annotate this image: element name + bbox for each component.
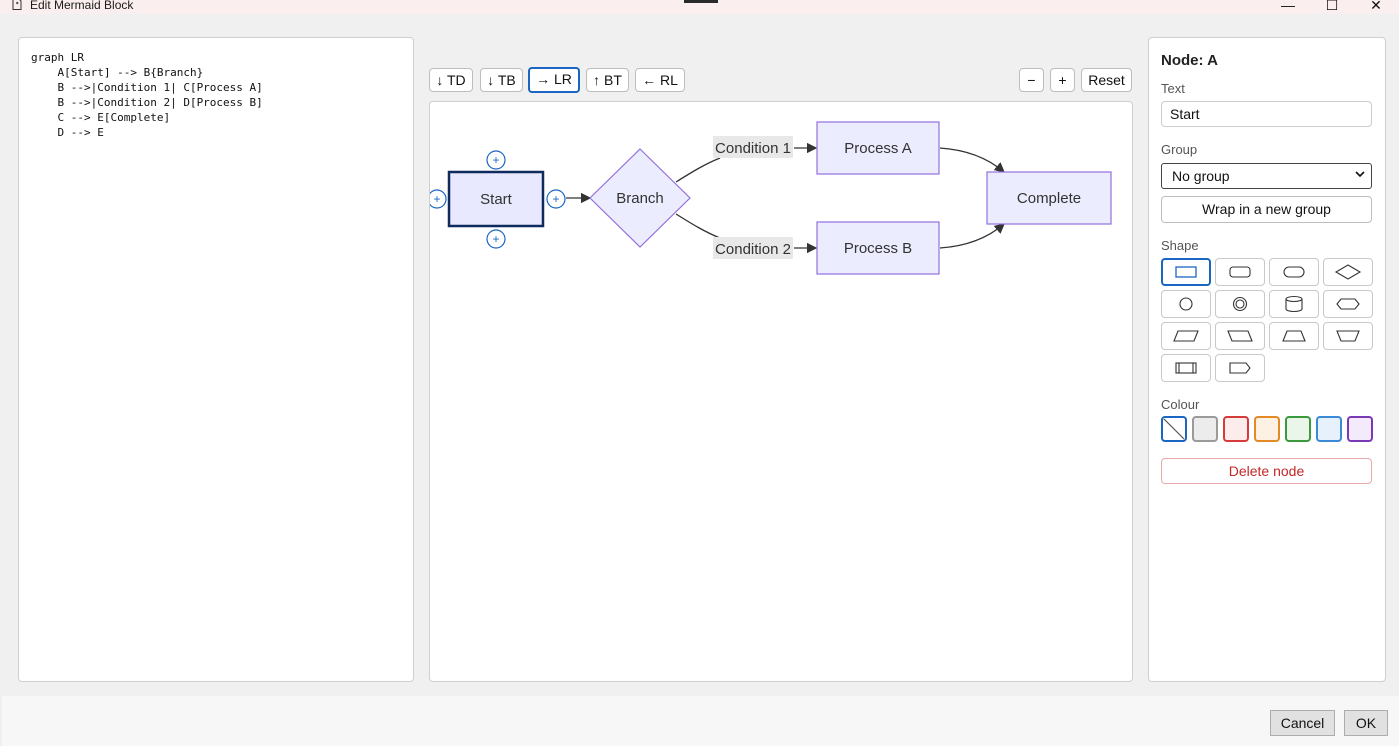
shape-circle-button[interactable] — [1161, 290, 1211, 318]
direction-rl-button[interactable]: ← RL — [635, 68, 685, 92]
direction-tb-button[interactable]: ↓ TB — [480, 68, 523, 92]
chevron-down-icon — [1355, 171, 1365, 178]
inspector-heading: Node: A — [1161, 52, 1218, 69]
add-node-right-handle[interactable]: + — [546, 189, 566, 209]
zoom-in-button[interactable]: + — [1050, 68, 1075, 92]
parallelogram-alt-shape-icon — [1227, 330, 1253, 342]
shape-asymmetric-button[interactable] — [1215, 354, 1265, 382]
shape-rectangle-button[interactable] — [1161, 258, 1211, 286]
add-node-top-glyph: + — [492, 153, 499, 167]
shape-trapezoid-alt-button[interactable] — [1323, 322, 1373, 350]
rectangle-shape-icon — [1175, 266, 1197, 278]
shape-parallelogram-alt-button[interactable] — [1215, 322, 1265, 350]
flowchart: Condition 1 Condition 2 Start + + + + Br… — [430, 121, 1112, 275]
rounded-rect-shape-icon — [1229, 266, 1251, 278]
colour-blue-swatch[interactable] — [1316, 416, 1342, 442]
cylinder-shape-icon — [1285, 295, 1303, 313]
ok-button[interactable]: OK — [1344, 710, 1388, 736]
subroutine-shape-icon — [1175, 362, 1197, 374]
delete-node-button[interactable]: Delete node — [1161, 458, 1372, 484]
title-handle — [684, 0, 718, 3]
node-process-b[interactable]: Process B — [816, 221, 940, 275]
diagram-canvas[interactable]: Condition 1 Condition 2 Start + + + + Br… — [429, 101, 1133, 682]
node-text-input[interactable] — [1161, 101, 1372, 127]
mermaid-source[interactable]: graph LR A[Start] --> B{Branch} B -->|Co… — [31, 50, 263, 140]
code-editor[interactable]: graph LR A[Start] --> B{Branch} B -->|Co… — [18, 37, 414, 682]
title-bar: Edit Mermaid Block — ☐ ✕ — [0, 0, 1399, 14]
node-start-label: Start — [480, 191, 513, 208]
trapezoid-alt-shape-icon — [1336, 330, 1360, 342]
no-colour-icon — [1163, 418, 1185, 440]
maximize-button[interactable]: ☐ — [1312, 0, 1352, 14]
add-node-bottom-handle[interactable]: + — [486, 229, 506, 249]
shape-diamond-button[interactable] — [1323, 258, 1373, 286]
node-branch[interactable]: Branch — [589, 148, 691, 248]
edge-branch-condition2 — [675, 213, 721, 239]
diamond-shape-icon — [1334, 264, 1362, 280]
edge-branch-condition1 — [675, 157, 721, 183]
stadium-shape-icon — [1283, 266, 1305, 278]
node-complete-label: Complete — [1017, 190, 1081, 207]
edge-processb-complete — [939, 223, 1005, 249]
direction-lr-button[interactable]: → LR — [528, 67, 580, 93]
wrap-group-button[interactable]: Wrap in a new group — [1161, 196, 1372, 223]
shape-stadium-button[interactable] — [1269, 258, 1319, 286]
hexagon-shape-icon — [1336, 298, 1360, 310]
shape-double-circle-button[interactable] — [1215, 290, 1265, 318]
shape-rounded-button[interactable] — [1215, 258, 1265, 286]
add-node-bottom-glyph: + — [492, 232, 499, 246]
parallelogram-shape-icon — [1173, 330, 1199, 342]
add-node-left-handle[interactable]: + — [430, 189, 447, 209]
trapezoid-shape-icon — [1282, 330, 1306, 342]
colour-purple-swatch[interactable] — [1347, 416, 1373, 442]
document-icon — [12, 0, 22, 10]
colour-label: Colour — [1161, 397, 1200, 412]
shape-parallelogram-button[interactable] — [1161, 322, 1211, 350]
node-process-b-label: Process B — [844, 240, 912, 257]
colour-gray-swatch[interactable] — [1192, 416, 1218, 442]
edge-label-condition2: Condition 2 — [715, 241, 791, 258]
asymmetric-shape-icon — [1229, 362, 1251, 374]
minimize-button[interactable]: — — [1268, 0, 1308, 14]
node-process-a-label: Process A — [844, 140, 912, 157]
group-select[interactable]: No group — [1161, 163, 1372, 189]
node-complete[interactable]: Complete — [986, 171, 1112, 225]
colour-red-swatch[interactable] — [1223, 416, 1249, 442]
colour-green-swatch[interactable] — [1285, 416, 1311, 442]
edge-label-condition1: Condition 1 — [715, 140, 791, 157]
direction-bt-button[interactable]: ↑ BT — [586, 68, 629, 92]
colour-none-swatch[interactable] — [1161, 416, 1187, 442]
node-inspector: Node: A Text Group No group Wrap in a ne… — [1148, 37, 1386, 682]
edge-processa-complete — [939, 147, 1005, 173]
shape-cylinder-button[interactable] — [1269, 290, 1319, 318]
double-circle-shape-icon — [1232, 296, 1248, 312]
node-start[interactable]: Start — [447, 170, 545, 228]
text-label: Text — [1161, 81, 1185, 96]
shape-hexagon-button[interactable] — [1323, 290, 1373, 318]
zoom-out-button[interactable]: − — [1019, 68, 1044, 92]
reset-button[interactable]: Reset — [1081, 68, 1132, 92]
circle-shape-icon — [1179, 297, 1193, 311]
shape-trapezoid-button[interactable] — [1269, 322, 1319, 350]
close-button[interactable]: ✕ — [1356, 0, 1396, 14]
colour-orange-swatch[interactable] — [1254, 416, 1280, 442]
shape-label: Shape — [1161, 238, 1199, 253]
add-node-left-glyph: + — [433, 192, 440, 206]
node-process-a[interactable]: Process A — [816, 121, 940, 175]
direction-td-button[interactable]: ↓ TD — [429, 68, 473, 92]
add-node-top-handle[interactable]: + — [486, 150, 506, 170]
group-select-value: No group — [1172, 168, 1230, 184]
cancel-button[interactable]: Cancel — [1270, 710, 1335, 736]
node-branch-label: Branch — [616, 190, 664, 207]
dialog-footer — [2, 696, 1399, 746]
add-node-right-glyph: + — [552, 192, 559, 206]
shape-subroutine-button[interactable] — [1161, 354, 1211, 382]
group-label: Group — [1161, 142, 1198, 157]
window-title: Edit Mermaid Block — [30, 0, 134, 12]
